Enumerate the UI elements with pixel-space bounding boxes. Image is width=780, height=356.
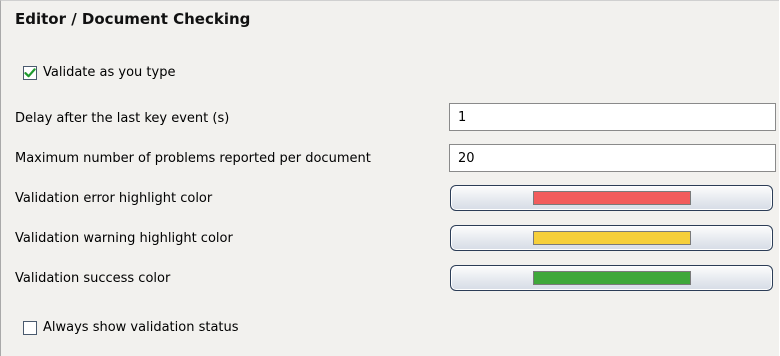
always-show-status-checkbox[interactable]: Always show validation status (23, 320, 239, 335)
error-color-button[interactable] (450, 185, 773, 211)
success-color-button[interactable] (450, 265, 773, 291)
max-problems-input[interactable] (449, 144, 776, 172)
validate-as-you-type-label: Validate as you type (43, 65, 176, 80)
page-title: Editor / Document Checking (15, 10, 251, 28)
error-color-label: Validation error highlight color (15, 191, 213, 206)
error-color-swatch (532, 191, 691, 205)
validate-as-you-type-checkbox[interactable]: Validate as you type (23, 65, 175, 80)
warning-color-label: Validation warning highlight color (15, 231, 233, 246)
max-problems-label: Maximum number of problems reported per … (15, 151, 371, 166)
delay-label: Delay after the last key event (s) (15, 111, 230, 126)
warning-color-swatch (532, 231, 691, 245)
success-color-swatch (532, 271, 691, 285)
success-color-label: Validation success color (15, 271, 171, 286)
checkbox-checked-icon[interactable] (23, 65, 37, 80)
preferences-panel: Editor / Document Checking Validate as y… (0, 0, 779, 356)
checkbox-unchecked-icon[interactable] (23, 320, 37, 335)
always-show-status-label: Always show validation status (43, 320, 239, 335)
warning-color-button[interactable] (450, 225, 773, 251)
delay-input[interactable] (449, 103, 776, 131)
